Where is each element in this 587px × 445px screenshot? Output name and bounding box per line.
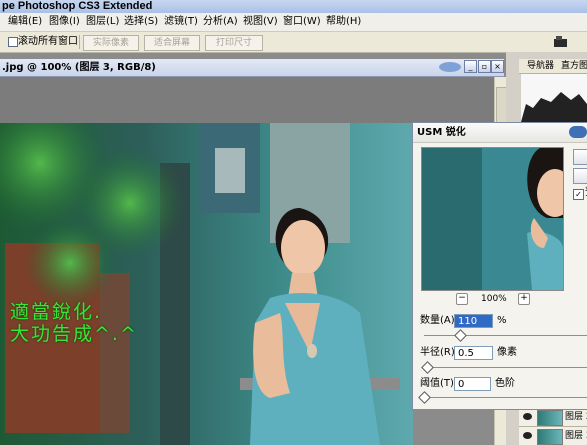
dialog-title-bar[interactable]: USM 锐化 xyxy=(413,123,587,143)
menu-select[interactable]: 选择(S) xyxy=(124,15,158,29)
threshold-unit: 色阶 xyxy=(495,378,515,389)
amount-slider-track[interactable] xyxy=(424,335,587,336)
radius-slider-thumb[interactable] xyxy=(421,361,435,374)
minimize-icon[interactable]: _ xyxy=(464,60,477,73)
zoom-out-button[interactable]: − xyxy=(456,293,468,305)
radius-label: 半径(R): xyxy=(420,347,459,358)
threshold-label: 阈值(T): xyxy=(420,378,458,389)
usm-sharpen-dialog: USM 锐化 ✓ 预 − 100% + 数量(A): 110 % 半径(R): … xyxy=(412,122,587,410)
layer-thumbnail xyxy=(537,410,563,426)
eye-icon[interactable] xyxy=(523,413,532,420)
threshold-slider-thumb[interactable] xyxy=(418,391,431,404)
dialog-title: USM 锐化 xyxy=(417,127,466,138)
menu-image[interactable]: 图像(I) xyxy=(49,15,80,29)
layer-name: 图层 2 xyxy=(565,412,587,422)
scroll-all-windows-label: 滚动所有窗口 xyxy=(18,36,78,47)
menu-filter[interactable]: 滤镜(T) xyxy=(164,15,198,29)
amount-unit: % xyxy=(497,315,507,326)
radius-unit: 像素 xyxy=(497,347,517,358)
layers-panel: 图层 2 图层 3 xyxy=(519,405,587,445)
menu-analysis[interactable]: 分析(A) xyxy=(203,15,238,29)
amount-label: 数量(A): xyxy=(420,315,459,326)
document-photo[interactable]: 適當銳化. 大功告成^.^ xyxy=(0,123,413,445)
eye-icon[interactable] xyxy=(523,432,532,439)
overlay-line-2: 大功告成^.^ xyxy=(10,323,138,345)
histogram-icon xyxy=(521,92,587,122)
overlay-line-1: 適當銳化. xyxy=(10,301,103,323)
amount-slider-thumb[interactable] xyxy=(454,329,467,342)
menu-bar: 编辑(E) 图像(I) 图层(L) 选择(S) 滤镜(T) 分析(A) 视图(V… xyxy=(0,13,587,32)
ok-button[interactable] xyxy=(573,149,587,165)
photo-image xyxy=(0,123,413,445)
overlay-caption: 適當銳化. 大功告成^.^ xyxy=(10,301,138,345)
separator xyxy=(79,35,80,49)
menu-layer[interactable]: 图层(L) xyxy=(86,15,119,29)
document-title-bar[interactable]: .jpg @ 100% (图层 3, RGB/8) _ ▫ × xyxy=(0,59,504,77)
document-title: .jpg @ 100% (图层 3, RGB/8) xyxy=(2,62,156,73)
close-icon[interactable]: × xyxy=(491,60,504,73)
zoom-in-button[interactable]: + xyxy=(518,293,530,305)
layer-row[interactable]: 图层 3 xyxy=(519,426,587,445)
fit-screen-button[interactable]: 适合屏幕 xyxy=(144,35,200,51)
layer-name: 图层 3 xyxy=(565,431,587,441)
actual-pixels-button[interactable]: 实际像素 xyxy=(83,35,139,51)
menu-window[interactable]: 窗口(W) xyxy=(283,15,321,29)
navigator-preview[interactable] xyxy=(521,74,587,122)
menu-edit[interactable]: 编辑(E) xyxy=(8,15,42,29)
dialog-logo-icon xyxy=(569,126,587,138)
app-title-bar: pe Photoshop CS3 Extended xyxy=(0,0,587,13)
print-size-button[interactable]: 打印尺寸 xyxy=(205,35,263,51)
menu-help[interactable]: 帮助(H) xyxy=(326,15,361,29)
layer-thumbnail xyxy=(537,429,563,445)
amount-input[interactable]: 110 xyxy=(454,314,493,328)
zoom-level: 100% xyxy=(481,294,507,304)
tab-histogram[interactable]: 直方图 xyxy=(561,60,587,72)
tab-navigator[interactable]: 导航器 xyxy=(527,60,554,72)
maximize-icon[interactable]: ▫ xyxy=(478,60,491,73)
dialog-preview[interactable] xyxy=(421,147,564,291)
palette-well-icon[interactable] xyxy=(553,35,569,48)
app-title: pe Photoshop CS3 Extended xyxy=(2,0,153,12)
menu-view[interactable]: 视图(V) xyxy=(243,15,278,29)
radius-slider-track[interactable] xyxy=(424,367,587,368)
radius-input[interactable]: 0.5 xyxy=(454,346,493,360)
scroll-all-windows-checkbox[interactable] xyxy=(8,37,18,47)
preview-checkbox[interactable]: ✓ xyxy=(573,189,584,200)
canvas-background xyxy=(0,77,504,124)
preview-image xyxy=(422,148,563,290)
options-bar: 滚动所有窗口 实际像素 适合屏幕 打印尺寸 xyxy=(0,32,587,53)
cancel-button[interactable] xyxy=(573,168,587,184)
navigator-panel-tabs: 导航器 直方图 xyxy=(519,59,587,74)
threshold-input[interactable]: 0 xyxy=(454,377,491,391)
threshold-slider-track[interactable] xyxy=(424,397,587,398)
cs3-logo-icon xyxy=(438,61,462,73)
